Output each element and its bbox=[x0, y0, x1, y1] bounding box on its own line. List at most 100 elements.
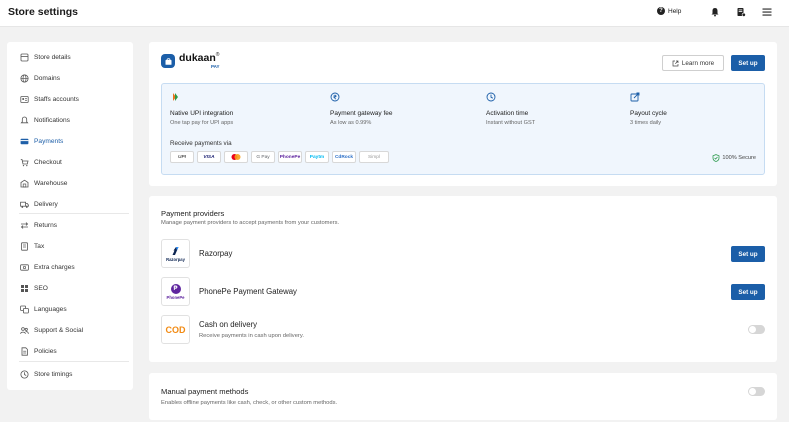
cart-icon bbox=[19, 158, 29, 168]
dukaan-pay-logo: dukaan® PAY bbox=[161, 53, 219, 69]
sidebar-item-label: Policies bbox=[34, 348, 57, 355]
mastercard-logo bbox=[224, 151, 248, 163]
sidebar-item-notifications[interactable]: Notifications bbox=[7, 110, 133, 131]
top-bar: Store settings ? Help bbox=[0, 0, 789, 27]
card-icon bbox=[19, 137, 29, 147]
sidebar-item-domains[interactable]: Domains bbox=[7, 68, 133, 89]
learn-more-button[interactable]: Learn more bbox=[662, 55, 724, 71]
sidebar-item-tax[interactable]: Tax bbox=[7, 236, 133, 257]
cod-logo-text: COD bbox=[165, 324, 186, 335]
dukaan-pay-benefits: Native UPI integration One tap pay for U… bbox=[161, 83, 765, 175]
dukaan-pay-card: dukaan® PAY Learn more Set up Native UPI… bbox=[149, 42, 777, 186]
provider-name: Cash on delivery bbox=[199, 320, 258, 329]
feature-subtitle: Instant without GST bbox=[486, 120, 536, 126]
feature-subtitle: One tap pay for UPI apps bbox=[170, 120, 234, 126]
clock-icon bbox=[19, 370, 29, 380]
feature-fee: Payment gateway fee As low as 0.99% bbox=[330, 92, 480, 126]
razorpay-setup-button[interactable]: Set up bbox=[731, 246, 765, 262]
sidebar-item-store-details[interactable]: Store details bbox=[7, 47, 133, 68]
sidebar-item-delivery[interactable]: Delivery bbox=[7, 194, 133, 215]
sidebar-item-support-social[interactable]: Support & Social bbox=[7, 320, 133, 341]
feature-payout: Payout cycle 3 times daily bbox=[630, 92, 780, 126]
sidebar-item-store-timings[interactable]: Store timings bbox=[7, 364, 133, 385]
bell-icon[interactable] bbox=[709, 6, 721, 18]
sidebar-item-label: Languages bbox=[34, 306, 67, 313]
rupee-icon bbox=[330, 92, 340, 102]
provider-name: Razorpay bbox=[199, 249, 233, 258]
dukaan-pay-setup-button[interactable]: Set up bbox=[731, 55, 765, 71]
settings-sidebar: Store details Domains Staffs accounts No… bbox=[7, 42, 133, 390]
help-button[interactable]: ? Help bbox=[657, 7, 681, 15]
sidebar-item-label: SEO bbox=[34, 285, 48, 292]
phonepe-setup-button[interactable]: Set up bbox=[731, 284, 765, 300]
sidebar-item-label: Tax bbox=[34, 243, 45, 250]
sidebar-item-label: Checkout bbox=[34, 159, 62, 166]
razorpay-logo-text: Razorpay bbox=[166, 256, 185, 262]
providers-title: Payment providers bbox=[161, 209, 225, 218]
sidebar-item-seo[interactable]: SEO bbox=[7, 278, 133, 299]
paytm-logo: Paytm bbox=[305, 151, 329, 163]
globe-icon bbox=[19, 74, 29, 84]
feature-title: Native UPI integration bbox=[170, 110, 234, 117]
help-icon: ? bbox=[657, 7, 665, 15]
sidebar-item-label: Store details bbox=[34, 54, 71, 61]
shield-check-icon bbox=[713, 154, 720, 162]
external-link-icon bbox=[672, 60, 679, 66]
truck-icon bbox=[19, 200, 29, 210]
tax-icon bbox=[19, 242, 29, 252]
cod-toggle[interactable] bbox=[748, 325, 765, 334]
sidebar-item-label: Extra charges bbox=[34, 264, 75, 271]
receive-payments-label: Receive payments via bbox=[170, 140, 232, 147]
sidebar-item-warehouse[interactable]: Warehouse bbox=[7, 173, 133, 194]
sidebar-divider bbox=[19, 361, 129, 362]
seo-icon bbox=[19, 284, 29, 294]
payment-method-logos: UPI VISA G Pay PhonePe Paytm CdRock Simp… bbox=[170, 151, 389, 163]
sidebar-item-checkout[interactable]: Checkout bbox=[7, 152, 133, 173]
charges-icon bbox=[19, 263, 29, 273]
registered-mark: ® bbox=[215, 52, 220, 58]
sidebar-item-label: Warehouse bbox=[34, 180, 68, 187]
sidebar-item-returns[interactable]: Returns bbox=[7, 215, 133, 236]
payment-providers-card: Payment providers Manage payment provide… bbox=[149, 196, 777, 362]
cod-description: Receive payments in cash upon delivery. bbox=[199, 333, 304, 339]
upi-logo: UPI bbox=[170, 151, 194, 163]
sidebar-item-policies[interactable]: Policies bbox=[7, 341, 133, 362]
returns-icon bbox=[19, 221, 29, 231]
provider-name: PhonePe Payment Gateway bbox=[199, 287, 297, 296]
manual-payments-card: Manual payment methods Enables offline p… bbox=[149, 373, 777, 420]
sidebar-item-label: Support & Social bbox=[34, 327, 84, 334]
manual-payments-toggle[interactable] bbox=[748, 387, 765, 396]
secure-label: 100% Secure bbox=[722, 155, 756, 161]
feature-title: Payout cycle bbox=[630, 110, 667, 117]
learn-more-label: Learn more bbox=[681, 59, 715, 67]
dukaan-pay-sub: PAY bbox=[210, 63, 220, 69]
page-title: Store settings bbox=[8, 6, 79, 18]
feature-upi: Native UPI integration One tap pay for U… bbox=[170, 92, 320, 126]
manual-title: Manual payment methods bbox=[161, 387, 249, 396]
manual-subtitle: Enables offline payments like cash, chec… bbox=[161, 400, 338, 406]
sidebar-item-label: Notifications bbox=[34, 117, 70, 124]
cdrock-logo: CdRock bbox=[332, 151, 356, 163]
orders-icon[interactable] bbox=[735, 6, 747, 18]
feature-subtitle: As low as 0.99% bbox=[330, 120, 372, 126]
sidebar-item-payments[interactable]: Payments bbox=[7, 131, 133, 152]
phonepe-logo: PhonePe bbox=[278, 151, 302, 163]
sidebar-item-languages[interactable]: Languages bbox=[7, 299, 133, 320]
store-icon bbox=[19, 53, 29, 63]
feature-activation: Activation time Instant without GST bbox=[486, 92, 636, 126]
feature-title: Activation time bbox=[486, 110, 529, 117]
sidebar-item-staffs-accounts[interactable]: Staffs accounts bbox=[7, 89, 133, 110]
phonepe-logo-text: PhonePe bbox=[166, 294, 185, 300]
razorpay-logo: Razorpay bbox=[161, 239, 190, 268]
visa-logo: VISA bbox=[197, 151, 221, 163]
menu-icon[interactable] bbox=[761, 6, 773, 18]
feature-subtitle: 3 times daily bbox=[630, 120, 662, 126]
staff-icon bbox=[19, 95, 29, 105]
bell-icon bbox=[19, 116, 29, 126]
dukaan-brand: dukaan bbox=[179, 52, 216, 64]
support-icon bbox=[19, 326, 29, 336]
sidebar-item-extra-charges[interactable]: Extra charges bbox=[7, 257, 133, 278]
feature-title: Payment gateway fee bbox=[330, 110, 393, 117]
phonepe-logo: ₱ PhonePe bbox=[161, 277, 190, 306]
help-label: Help bbox=[668, 7, 682, 15]
